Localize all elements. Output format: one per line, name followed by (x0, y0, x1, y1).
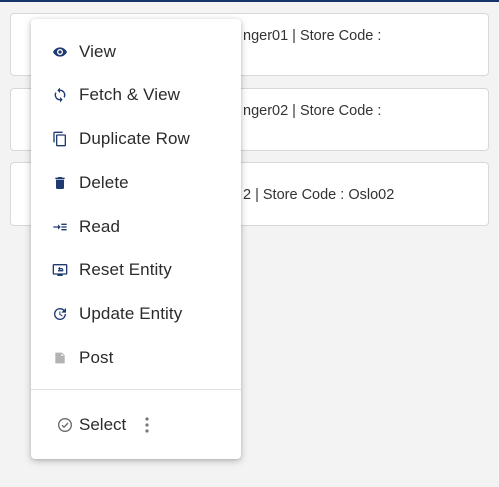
check-circle-icon (57, 417, 73, 433)
menu-divider (31, 389, 241, 390)
menu-item-label: View (79, 42, 116, 61)
menu-item-read[interactable]: Read (31, 207, 241, 247)
more-options-icon[interactable] (142, 416, 152, 434)
menu-item-label: Read (79, 217, 121, 236)
menu-item-duplicate-row[interactable]: Duplicate Row (31, 119, 241, 159)
read-icon (51, 218, 69, 236)
menu-item-fetch-view[interactable]: Fetch & View (31, 75, 241, 115)
update-icon (51, 305, 69, 323)
eye-icon (51, 43, 69, 61)
menu-item-label: Duplicate Row (79, 129, 190, 148)
row-text: nger01 | Store Code : (243, 28, 382, 44)
select-label: Select (79, 415, 127, 434)
copy-icon (51, 130, 69, 148)
menu-item-update-entity[interactable]: Update Entity (31, 294, 241, 334)
select-button[interactable]: Select (57, 415, 126, 435)
menu-item-post[interactable]: Post (31, 338, 241, 378)
post-icon (51, 349, 69, 367)
menu-item-delete[interactable]: Delete (31, 163, 241, 203)
context-menu: View Fetch & View Duplicate Row Delete R… (31, 19, 241, 459)
row-text: 2 | Store Code : Oslo02 (243, 187, 395, 203)
menu-item-label: Delete (79, 173, 129, 192)
top-accent-bar (0, 0, 499, 2)
reset-icon (51, 261, 69, 279)
menu-item-view[interactable]: View (31, 32, 241, 72)
menu-item-label: Update Entity (79, 304, 183, 323)
menu-item-reset-entity[interactable]: Reset Entity (31, 250, 241, 290)
refresh-icon (51, 86, 69, 104)
menu-item-label: Reset Entity (79, 260, 172, 279)
select-row: Select (31, 405, 241, 445)
menu-item-label: Post (79, 348, 114, 367)
menu-item-label: Fetch & View (79, 85, 181, 104)
trash-icon (51, 174, 69, 192)
row-text: nger02 | Store Code : (243, 103, 382, 119)
